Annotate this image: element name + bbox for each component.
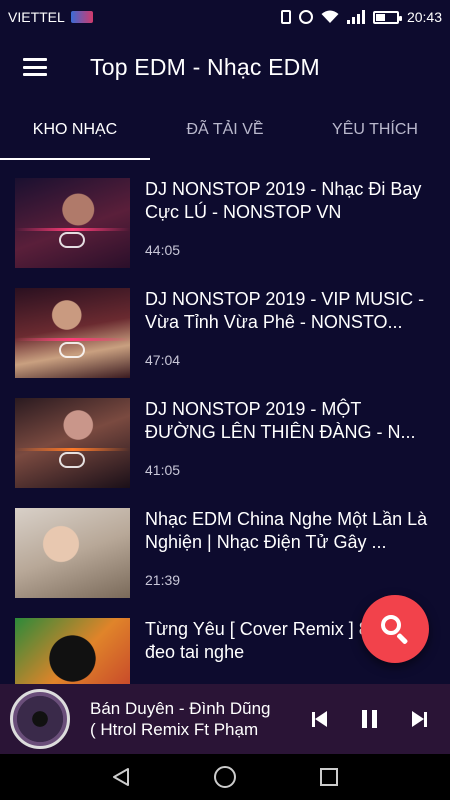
- wifi-icon: [321, 10, 339, 23]
- player-controls: [304, 704, 450, 734]
- menu-button[interactable]: [0, 34, 70, 100]
- track-item[interactable]: DJ NONSTOP 2019 - MỘT ĐƯỜNG LÊN THIÊN ĐÀ…: [0, 380, 450, 490]
- track-duration: 41:05: [145, 462, 181, 478]
- battery-icon: [372, 10, 402, 24]
- track-thumbnail: [15, 398, 130, 488]
- carrier-logo-icon: [70, 11, 93, 23]
- track-title: Nhạc EDM China Nghe Một Lần Là Nghiện | …: [145, 509, 428, 552]
- channel-logo-icon: [59, 232, 85, 248]
- skip-previous-icon: [311, 711, 327, 727]
- now-playing-title: Bán Duyên - Đình Dũng: [90, 699, 271, 718]
- status-bar: VIETTEL 20:43: [0, 0, 450, 34]
- tab-da-tai-ve[interactable]: ĐÃ TẢI VỀ: [150, 100, 300, 160]
- channel-logo-icon: [59, 342, 85, 358]
- track-title: DJ NONSTOP 2019 - VIP MUSIC - Vừa Tỉnh V…: [145, 289, 425, 332]
- track-thumbnail: [15, 618, 130, 684]
- search-icon: [379, 613, 411, 645]
- carrier: VIETTEL: [8, 9, 93, 25]
- page-title: Top EDM - Nhạc EDM: [90, 53, 320, 80]
- back-icon[interactable]: [110, 766, 132, 788]
- system-nav-bar: [0, 754, 450, 800]
- search-button[interactable]: [361, 595, 429, 663]
- track-thumbnail: [15, 178, 130, 268]
- next-button[interactable]: [404, 704, 434, 734]
- track-thumbnail: [15, 508, 130, 598]
- album-art-disc: [10, 689, 70, 749]
- app-bar: Top EDM - Nhạc EDM: [0, 34, 450, 100]
- home-icon[interactable]: [213, 765, 237, 789]
- recent-apps-icon[interactable]: [318, 766, 340, 788]
- clock: 20:43: [406, 9, 442, 25]
- now-playing-subtitle: ( Htrol Remix Ft Phạm: [90, 720, 259, 739]
- pause-button[interactable]: [354, 704, 384, 734]
- vibrate-icon: [280, 10, 291, 24]
- hamburger-menu-icon: [23, 58, 47, 76]
- now-playing-info: Bán Duyên - Đình Dũng ( Htrol Remix Ft P…: [90, 698, 285, 740]
- track-duration: 21:39: [145, 572, 181, 588]
- alarm-icon: [298, 10, 313, 24]
- track-item[interactable]: DJ NONSTOP 2019 - Nhạc Đi Bay Cực LÚ - N…: [0, 160, 450, 270]
- track-thumbnail: [15, 288, 130, 378]
- track-item[interactable]: DJ NONSTOP 2019 - VIP MUSIC - Vừa Tỉnh V…: [0, 270, 450, 380]
- track-title: DJ NONSTOP 2019 - Nhạc Đi Bay Cực LÚ - N…: [145, 179, 422, 222]
- tab-yeu-thich[interactable]: YÊU THÍCH: [300, 100, 450, 160]
- signal-icon: [346, 10, 365, 24]
- previous-button[interactable]: [304, 704, 334, 734]
- track-duration: 47:04: [145, 352, 181, 368]
- track-title: DJ NONSTOP 2019 - MỘT ĐƯỜNG LÊN THIÊN ĐÀ…: [145, 399, 416, 442]
- channel-logo-icon: [59, 452, 85, 468]
- track-duration: 44:05: [145, 242, 181, 258]
- tab-bar: KHO NHẠC ĐÃ TẢI VỀ YÊU THÍCH: [0, 100, 450, 160]
- carrier-name: VIETTEL: [8, 9, 65, 25]
- skip-next-icon: [411, 711, 427, 727]
- tab-kho-nhac[interactable]: KHO NHẠC: [0, 100, 150, 160]
- status-icons: 20:43: [280, 9, 442, 25]
- mini-player[interactable]: Bán Duyên - Đình Dũng ( Htrol Remix Ft P…: [0, 684, 450, 754]
- track-item[interactable]: Nhạc EDM China Nghe Một Lần Là Nghiện | …: [0, 490, 450, 600]
- pause-icon: [361, 710, 377, 728]
